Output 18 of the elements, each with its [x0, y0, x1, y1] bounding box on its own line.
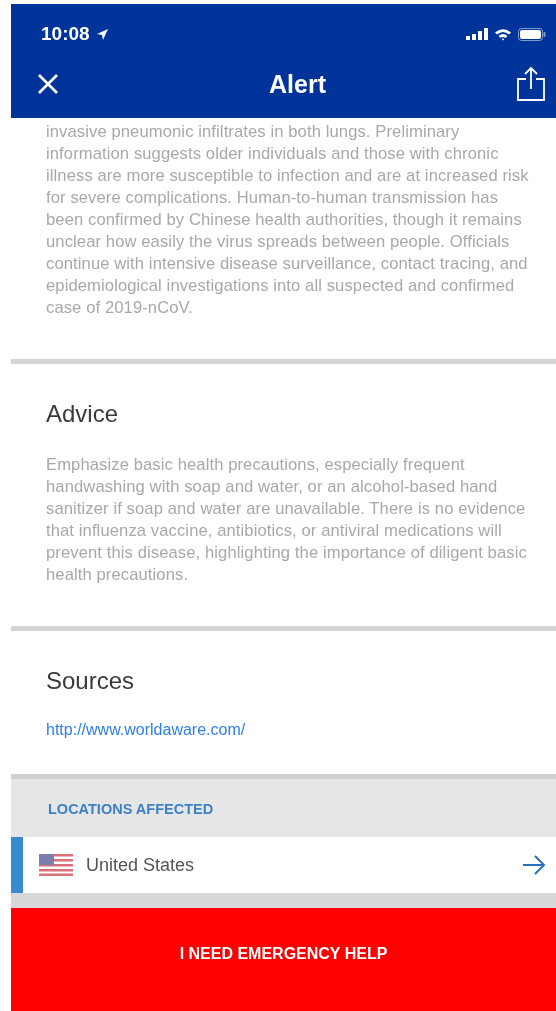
flag-icon: [39, 854, 73, 876]
close-icon[interactable]: [37, 73, 59, 95]
screen-title: Alert: [269, 69, 326, 99]
section-heading: Advice: [45, 399, 120, 428]
arrow-right-icon: [522, 855, 546, 875]
emergency-help-button[interactable]: I NEED EMERGENCY HELP: [11, 908, 556, 1011]
status-time: 10:08: [41, 23, 90, 45]
wifi-icon: [494, 27, 512, 41]
advice-text: Emphasize basic health precautions, especially frequent handwashing with soap and water, or an alcohol-based hand sanitizer if soap and water are unavailable. There is no evidence that influenza vaccine, antibiotics, or antiviral medications will prevent this disease, highlighting the importance of diligent basic health precautions.: [45, 454, 528, 586]
signal-icon: [466, 28, 488, 40]
locations-heading: LOCATIONS AFFECTED: [47, 800, 215, 819]
section-heading: Sources: [45, 666, 136, 695]
battery-icon: [518, 27, 546, 41]
alert-summary-text: invasive pneumonic infiltrates in both lungs. Preliminary information suggests older individuals and those with chronic illness are more susceptible to infection and are at increased risk for severe complications. Human-to-human transmission has been confirmed by Chinese health authorities, though it remains unclear how easily the virus spreads between people. Officials continue with intensive disease surveillance, contact tracing, and epidemiological investigations into all suspected and confirmed case of 2019-nCoV.: [45, 121, 530, 319]
location-item[interactable]: United States: [11, 837, 556, 893]
location-arrow-icon: [95, 27, 109, 41]
share-icon[interactable]: [516, 67, 546, 101]
source-link[interactable]: http://www.worldaware.com/: [46, 721, 556, 739]
